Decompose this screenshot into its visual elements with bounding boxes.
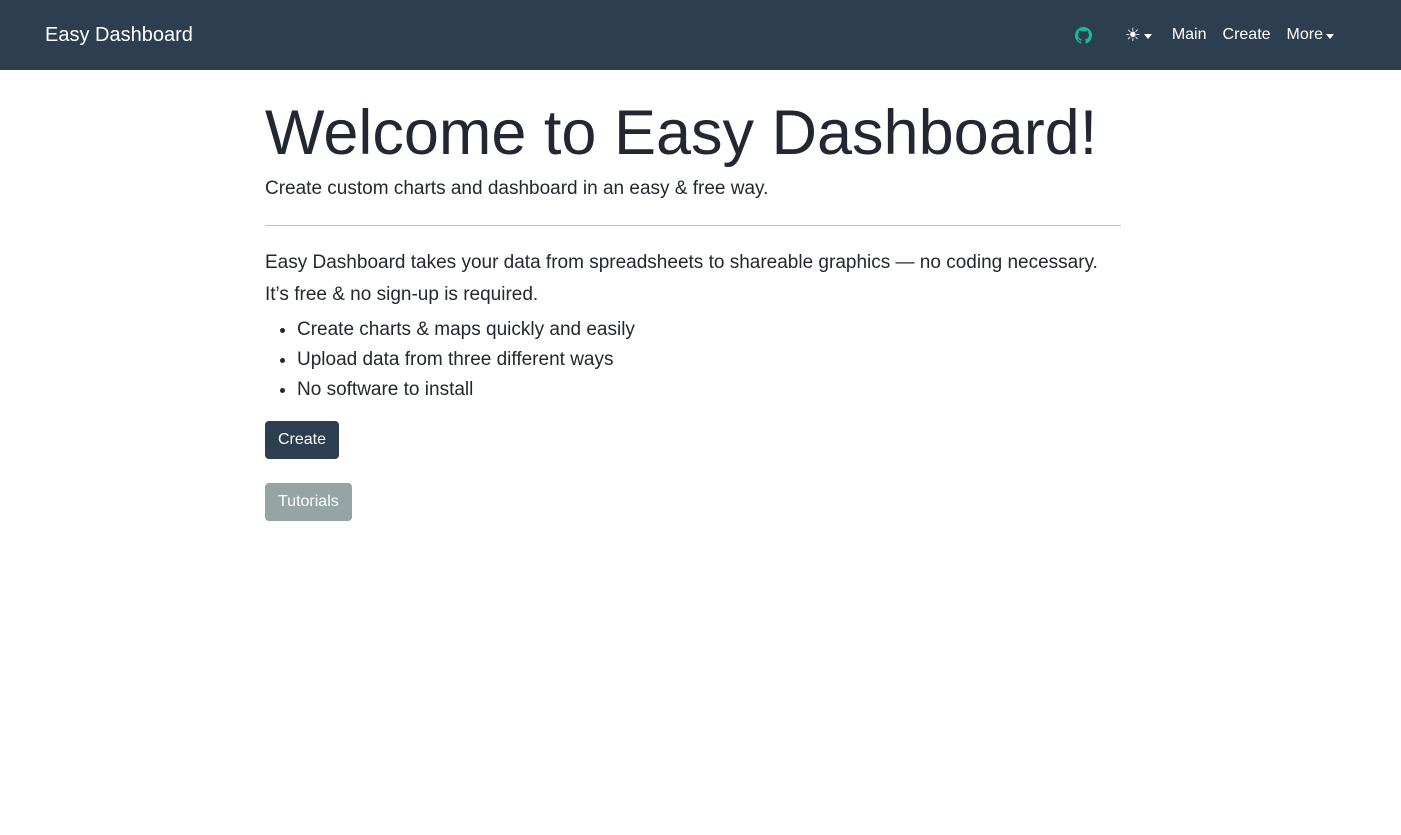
- list-item: No software to install: [297, 375, 1121, 405]
- nav-dropdown-more[interactable]: More: [1287, 25, 1334, 45]
- main-content: Welcome to Easy Dashboard! Create custom…: [265, 70, 1121, 521]
- top-navbar: Easy Dashboard ☀ Main Create More: [0, 0, 1401, 70]
- chevron-down-icon: [1143, 33, 1152, 39]
- create-button-row: Create: [265, 405, 1121, 459]
- list-item: Upload data from three different ways: [297, 345, 1121, 375]
- intro-line-2: It’s free & no sign-up is required.: [265, 284, 539, 305]
- github-icon[interactable]: [1074, 26, 1092, 44]
- intro-line-1: Easy Dashboard takes your data from spre…: [265, 252, 1098, 273]
- theme-toggle-dropdown[interactable]: ☀: [1125, 26, 1152, 44]
- sun-icon: ☀: [1124, 25, 1141, 45]
- list-item: Create charts & maps quickly and easily: [297, 315, 1121, 345]
- tutorials-button[interactable]: Tutorials: [265, 483, 352, 521]
- nav-link-main[interactable]: Main: [1172, 25, 1207, 45]
- divider: [265, 225, 1121, 226]
- nav-link-more-label: More: [1286, 26, 1323, 43]
- chevron-down-icon: [1326, 33, 1334, 39]
- intro-text: Easy Dashboard takes your data from spre…: [265, 247, 1121, 311]
- nav-right: ☀ Main Create More: [1074, 0, 1334, 70]
- create-button[interactable]: Create: [265, 421, 340, 459]
- nav-link-create[interactable]: Create: [1223, 25, 1271, 45]
- page-title: Welcome to Easy Dashboard!: [265, 98, 1098, 168]
- tutorials-button-row: Tutorials: [265, 459, 1121, 521]
- feature-list: Create charts & maps quickly and easily …: [265, 315, 1121, 405]
- brand-link[interactable]: Easy Dashboard: [45, 22, 193, 48]
- page-lead: Create custom charts and dashboard in an…: [265, 178, 769, 199]
